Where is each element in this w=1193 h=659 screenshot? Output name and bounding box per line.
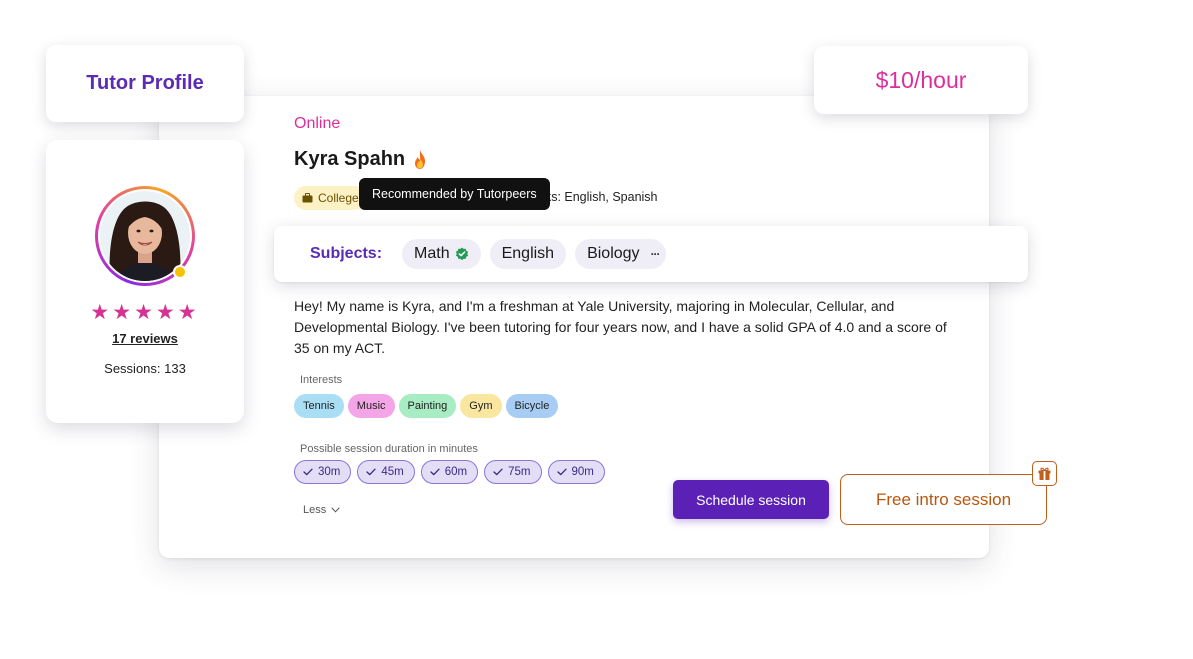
subject-chip-math[interactable]: Math [402, 239, 481, 269]
subject-label: Math [414, 245, 450, 262]
check-icon [366, 468, 377, 476]
rating-stars: ★★★★★ [90, 301, 200, 324]
schedule-session-button[interactable]: Schedule session [673, 480, 829, 519]
interests-list: Tennis Music Painting Gym Bicycle [294, 394, 559, 418]
interest-tag: Bicycle [505, 394, 559, 418]
duration-chip[interactable]: 45m [357, 460, 415, 484]
tutor-profile-tab: Tutor Profile [46, 45, 244, 122]
check-icon [556, 468, 567, 476]
duration-value: 60m [444, 466, 468, 478]
subject-chip-biology[interactable]: Biology ··· [575, 239, 666, 269]
tutor-bio: Hey! My name is Kyra, and I'm a freshman… [294, 298, 947, 356]
gift-icon [1032, 461, 1057, 486]
interest-tag: Painting [398, 394, 457, 418]
college-badge: College [294, 186, 367, 210]
recommended-tooltip: Recommended by Tutorpeers [359, 178, 550, 210]
reviews-link[interactable]: 17 reviews [46, 331, 244, 346]
tutor-name: Kyra Spahn [294, 148, 406, 170]
gift-icon-glyph [1038, 467, 1051, 480]
free-intro-session-button[interactable]: Free intro session [840, 474, 1047, 525]
interest-tag: Music [347, 394, 395, 418]
more-subjects-button[interactable]: ··· [651, 247, 661, 261]
verified-icon [455, 247, 468, 261]
name-row: Kyra Spahn [294, 148, 429, 171]
duration-chip[interactable]: 90m [547, 460, 605, 484]
duration-list: 30m 45m 60m 75m 90m [294, 460, 605, 484]
subjects-bar: Subjects: Math English Biology ··· [274, 226, 1028, 282]
subject-label: Biology [587, 245, 640, 262]
online-status: Online [294, 115, 341, 132]
check-icon [430, 468, 440, 476]
duration-label: Possible session duration in minutes [300, 443, 478, 455]
fire-icon [415, 149, 426, 169]
duration-value: 45m [381, 466, 404, 478]
online-indicator [173, 265, 187, 279]
interest-tag: Tennis [294, 394, 344, 418]
duration-value: 75m [508, 466, 531, 478]
page-title: Tutor Profile [86, 72, 204, 94]
price-tab: $10/hour [814, 46, 1028, 114]
check-icon [303, 468, 313, 476]
badge-row: College [294, 186, 367, 210]
sessions-count: Sessions: 133 [104, 361, 186, 376]
less-label: Less [303, 504, 327, 516]
duration-chip[interactable]: 60m [420, 460, 479, 484]
hourly-price: $10/hour [875, 66, 967, 93]
subjects-label: Subjects: [310, 245, 383, 262]
chevron-down-icon [331, 507, 340, 513]
duration-chip[interactable]: 75m [484, 460, 542, 484]
tutor-summary-card: ★★★★★ 17 reviews Sessions: 133 [46, 140, 244, 423]
interest-tag: Gym [460, 394, 502, 418]
duration-chip[interactable]: 30m [294, 460, 352, 484]
subject-label: English [501, 245, 555, 262]
interests-label: Interests [300, 374, 343, 386]
duration-value: 30m [318, 466, 341, 478]
briefcase-icon [302, 193, 313, 203]
college-label: College [318, 191, 359, 205]
duration-value: 90m [571, 466, 594, 478]
languages-spoken: aks: English, Spanish [538, 190, 658, 204]
less-toggle[interactable]: Less [303, 504, 340, 516]
check-icon [493, 468, 503, 476]
subject-chip-english[interactable]: English [489, 239, 567, 269]
